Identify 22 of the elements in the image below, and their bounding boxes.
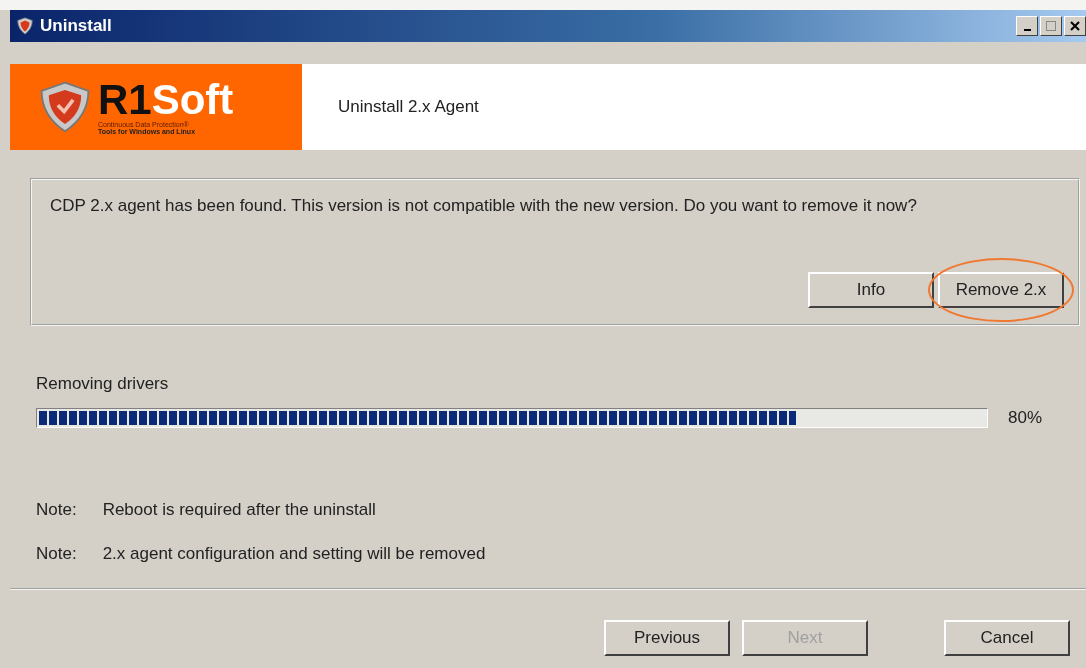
maximize-button[interactable]	[1040, 16, 1062, 36]
nav-button[interactable]: Previous	[604, 620, 730, 656]
note-label: Note:	[36, 500, 77, 520]
shield-logo-icon	[38, 80, 92, 134]
progress-percent: 80%	[1008, 408, 1044, 428]
message-text: CDP 2.x agent has been found. This version is not compatible with the new version. Do you want to remove it now?	[50, 196, 918, 216]
dialog-button[interactable]: Remove 2.x	[938, 272, 1064, 308]
minimize-button[interactable]	[1016, 16, 1038, 36]
minimize-icon	[1023, 28, 1031, 31]
progress-label: Removing drivers	[36, 374, 170, 394]
note-label: Note:	[36, 544, 77, 564]
close-button[interactable]	[1064, 16, 1086, 36]
page-heading: Uninstall 2.x Agent	[338, 97, 479, 117]
close-icon	[1070, 21, 1080, 31]
window-title: Uninstall	[40, 16, 112, 36]
shield-icon	[16, 17, 34, 35]
note-text: 2.x agent configuration and setting will be removed	[102, 544, 486, 564]
brand-name: R1Soft	[98, 79, 234, 121]
dialog-button[interactable]: Info	[808, 272, 934, 308]
note-text: Reboot is required after the uninstall	[102, 500, 376, 520]
nav-button[interactable]: Cancel	[944, 620, 1070, 656]
maximize-icon	[1046, 21, 1056, 31]
